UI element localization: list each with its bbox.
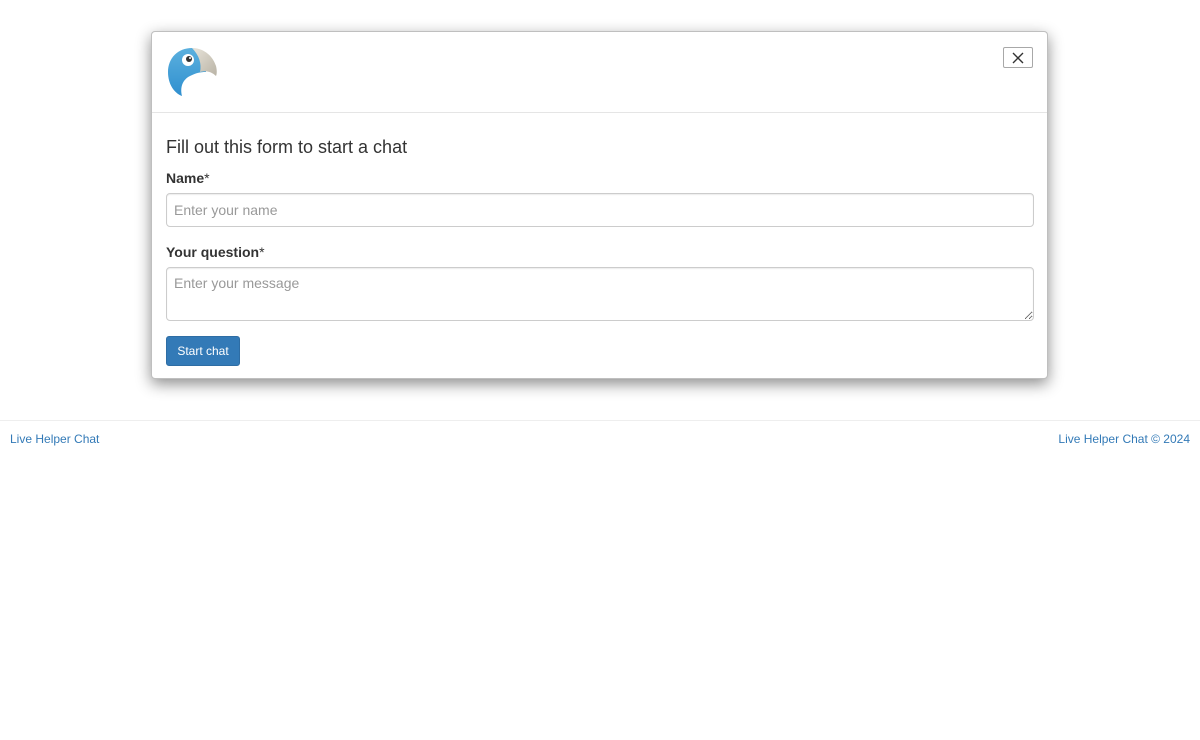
name-label-text: Name (166, 170, 205, 186)
question-required-mark: * (259, 244, 265, 260)
form-title: Fill out this form to start a chat (166, 137, 408, 157)
close-button[interactable] (1003, 47, 1033, 68)
close-icon (1004, 52, 1032, 64)
footer-link-live-helper-chat[interactable]: Live Helper Chat (10, 432, 99, 446)
name-label: Name* (166, 170, 210, 187)
modal-header (152, 32, 1047, 113)
start-chat-modal: Fill out this form to start a chat Name*… (151, 31, 1048, 379)
parrot-logo-icon (166, 46, 218, 98)
question-label: Your question* (166, 244, 265, 261)
start-chat-button[interactable]: Start chat (166, 336, 240, 366)
name-input[interactable] (166, 193, 1034, 227)
footer-copyright-link[interactable]: Live Helper Chat © 2024 (1058, 432, 1190, 446)
question-input[interactable] (166, 267, 1034, 321)
question-label-text: Your question (166, 244, 260, 260)
name-required-mark: * (204, 170, 210, 186)
footer: Live Helper Chat Live Helper Chat © 2024 (0, 420, 1200, 456)
